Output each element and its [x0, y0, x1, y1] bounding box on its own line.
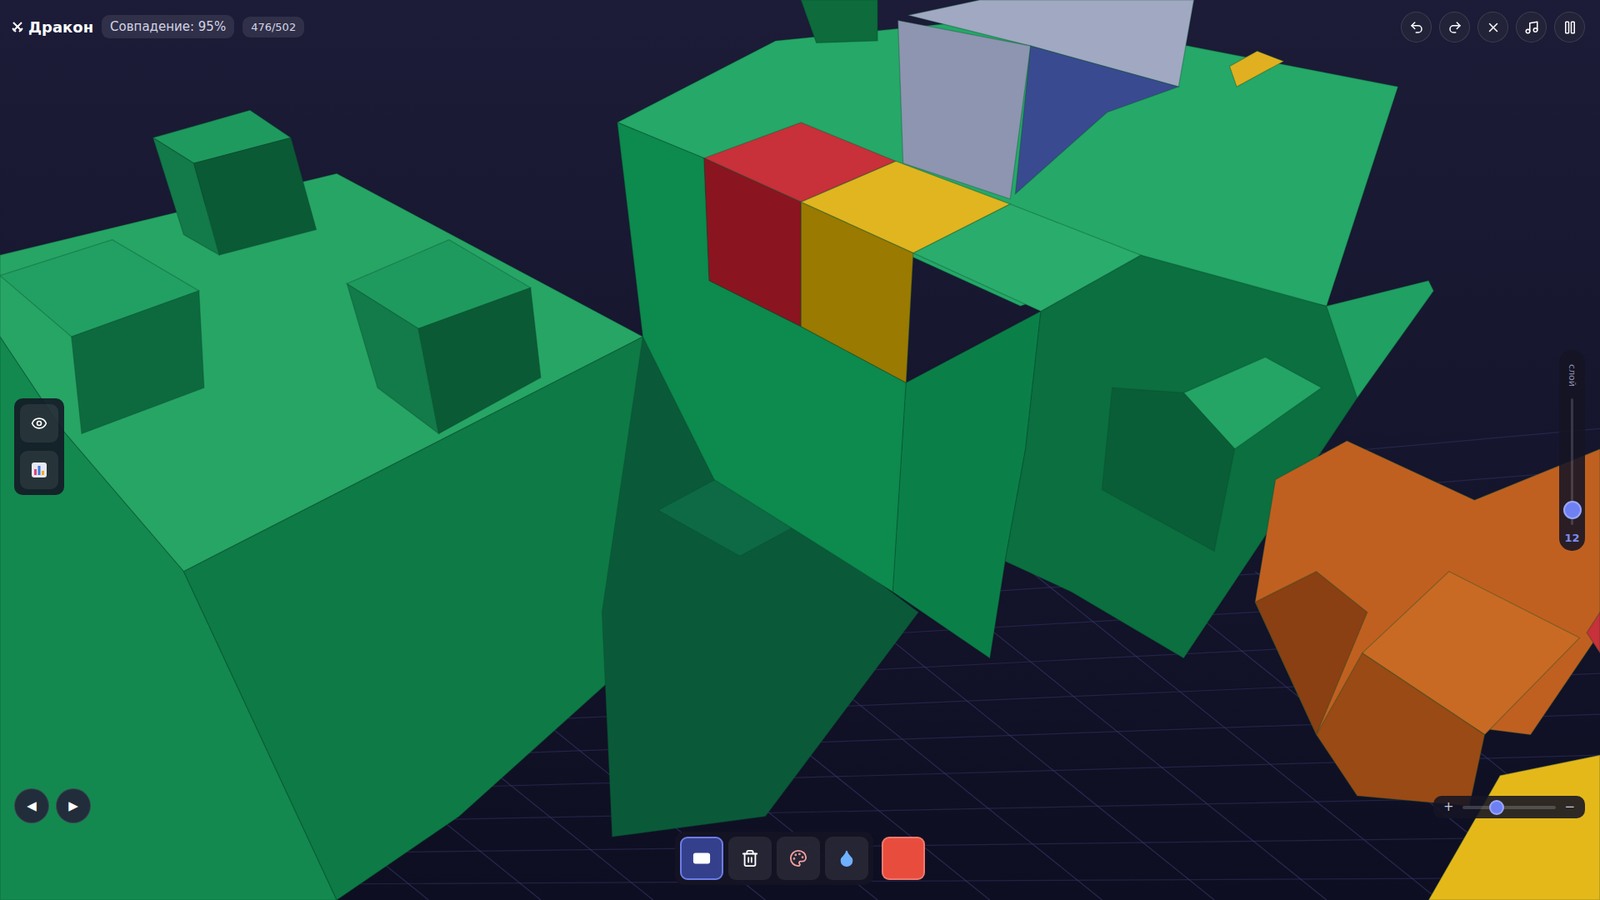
- swords-icon: [11, 20, 24, 33]
- zoom-out[interactable]: −: [1564, 800, 1575, 814]
- pause-button[interactable]: [1554, 11, 1585, 43]
- layer-value: 12: [1564, 531, 1580, 545]
- zoom-track[interactable]: [1462, 805, 1557, 810]
- visibility-button[interactable]: [20, 404, 59, 443]
- close-icon: [1485, 20, 1501, 35]
- voxel-canvas[interactable]: [0, 0, 1600, 900]
- palette-icon: [789, 849, 808, 868]
- progress-badge: 476/502: [242, 16, 305, 38]
- droplet-icon: [837, 849, 856, 868]
- brush-tool[interactable]: [680, 836, 724, 880]
- music-icon: [1524, 20, 1540, 35]
- fill-tool[interactable]: [825, 836, 869, 880]
- top-bar: Дракон Совпадение: 95% 476/502: [11, 15, 305, 39]
- layer-label: слой: [1564, 358, 1581, 392]
- level-title: Дракон: [11, 18, 94, 36]
- brush-icon: [692, 849, 711, 868]
- undo-button[interactable]: [1400, 11, 1432, 43]
- redo-button[interactable]: [1439, 11, 1470, 43]
- pause-icon: [1562, 20, 1578, 35]
- layer-track[interactable]: [1570, 398, 1574, 525]
- trash-icon: [740, 849, 760, 868]
- undo-icon: [1409, 20, 1425, 35]
- zoom-slider: +−: [1433, 795, 1585, 819]
- color-swatch[interactable]: [881, 836, 925, 880]
- navigation: ◀▶: [14, 788, 91, 824]
- toolbar: [675, 831, 874, 885]
- music-button[interactable]: [1515, 11, 1547, 43]
- top-controls: [1400, 11, 1585, 43]
- zoom-in[interactable]: +: [1443, 800, 1455, 814]
- redo-icon: [1447, 20, 1463, 35]
- stats-button[interactable]: [20, 450, 59, 490]
- close-button[interactable]: [1477, 11, 1509, 43]
- eye-icon: [30, 415, 48, 432]
- match-badge: Совпадение: 95%: [101, 15, 235, 39]
- bottom-bar: [675, 831, 925, 885]
- view-panel: [14, 398, 65, 495]
- layer-thumb[interactable]: [1563, 500, 1582, 520]
- zoom-thumb[interactable]: [1489, 800, 1505, 815]
- next-button[interactable]: ▶: [55, 788, 91, 824]
- game-screen: ДраконСовпадение: 95%476/502◀▶слой12+−: [0, 0, 1600, 900]
- erase-tool[interactable]: [728, 836, 772, 880]
- layer-slider: слой 12: [1559, 350, 1585, 551]
- chart-icon: [30, 460, 49, 480]
- prev-button[interactable]: ◀: [14, 788, 50, 824]
- paint-tool[interactable]: [776, 836, 820, 880]
